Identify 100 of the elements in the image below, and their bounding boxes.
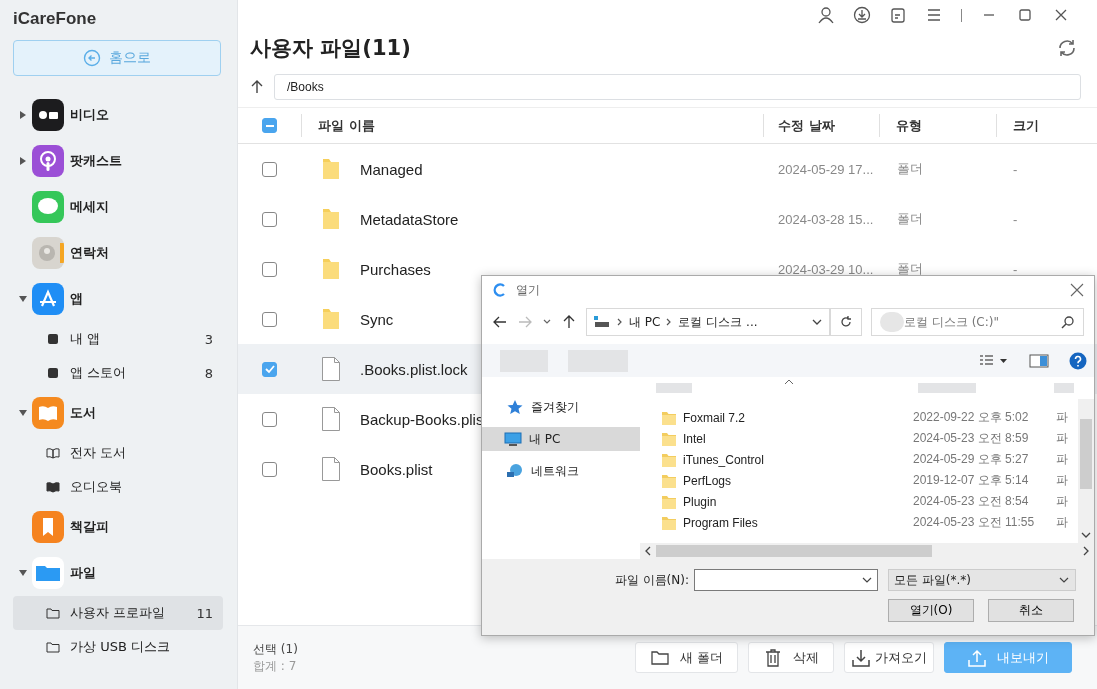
sidebar-subitem[interactable]: 사용자 프로파일 11: [13, 596, 223, 630]
expand-triangle-icon[interactable]: [19, 157, 27, 165]
refresh-icon: [839, 315, 853, 329]
sidebar-item[interactable]: 책갈피: [0, 504, 223, 550]
sidebar-item[interactable]: 앱: [0, 276, 223, 322]
blurred-column-header: [918, 383, 976, 393]
path-field[interactable]: /Books: [274, 74, 1081, 100]
breadcrumb-item[interactable]: 로컬 디스크 ...: [678, 313, 758, 331]
sidebar-item[interactable]: 비디오: [0, 92, 223, 138]
sidebar-item[interactable]: 팟캐스트: [0, 138, 223, 184]
scroll-down-icon[interactable]: [1081, 531, 1091, 539]
blurred-column-header: [1054, 383, 1074, 393]
file-type: 폴더: [896, 260, 924, 278]
file-type: 폴더: [896, 210, 924, 228]
sidebar-item[interactable]: 도서: [0, 390, 223, 436]
row-checkbox[interactable]: [262, 311, 277, 327]
expand-triangle-icon[interactable]: [19, 295, 27, 303]
refresh-icon[interactable]: [1056, 37, 1078, 59]
sidebar-subitem[interactable]: 내 앱 3: [0, 322, 223, 356]
cancel-button[interactable]: 취소: [988, 599, 1074, 622]
folder-icon: [321, 156, 341, 182]
file-size: -: [1012, 261, 1019, 277]
refresh-button[interactable]: [830, 308, 862, 336]
delete-button[interactable]: 삭제: [748, 642, 834, 673]
scroll-right-icon[interactable]: [1082, 546, 1090, 556]
delete-icon: [763, 647, 783, 668]
menu-icon[interactable]: [925, 6, 943, 24]
search-icon: [1061, 315, 1075, 329]
expand-triangle-icon[interactable]: [19, 569, 27, 577]
folder-icon: [661, 514, 677, 531]
file-type: 파: [1055, 514, 1068, 531]
help-icon[interactable]: [1069, 351, 1087, 370]
row-checkbox[interactable]: [262, 461, 277, 477]
file-icon: [321, 456, 341, 482]
expand-triangle-icon[interactable]: [19, 409, 27, 417]
row-checkbox[interactable]: [262, 261, 277, 277]
address-bar[interactable]: 내 PC 로컬 디스크 ...: [586, 308, 830, 336]
blurred-column-header: [656, 383, 692, 393]
file-name: Backup-Books.plis: [360, 410, 484, 428]
folder-name: Plugin: [683, 494, 717, 509]
user-icon[interactable]: [817, 6, 835, 24]
nav-item[interactable]: 즐겨찾기: [482, 395, 640, 419]
row-checkbox[interactable]: [262, 161, 277, 177]
column-header[interactable]: 크기: [996, 114, 1091, 137]
folder-icon: [661, 451, 677, 468]
back-circle-icon: [83, 49, 101, 67]
sidebar-label: 파일: [70, 564, 96, 582]
column-header[interactable]: 파일 이름: [301, 114, 763, 137]
column-header[interactable]: 유형: [879, 114, 996, 137]
sidebar-subitem[interactable]: 전자 도서: [0, 436, 223, 470]
modified-date: 2024-05-23 오전 8:54: [912, 493, 1030, 510]
new-folder-button[interactable]: 새 폴더: [634, 642, 738, 673]
sidebar-label: 메세지: [70, 198, 109, 216]
modified-date: 2024-05-23 오전 8:59: [912, 430, 1030, 447]
nav-item[interactable]: 내 PC: [482, 427, 640, 451]
note-icon[interactable]: [889, 6, 907, 24]
row-checkbox[interactable]: [262, 411, 277, 427]
scrollbar-thumb[interactable]: [1080, 419, 1092, 489]
scroll-left-icon[interactable]: [644, 546, 652, 556]
modified-date: 2024-05-29 17...: [777, 161, 875, 177]
modified-date: 2024-05-23 오전 11:55: [912, 514, 1036, 531]
preview-pane-icon[interactable]: [1029, 352, 1049, 369]
folder-name: PerfLogs: [683, 473, 732, 488]
row-checkbox[interactable]: [262, 361, 277, 377]
back-arrow-icon[interactable]: [492, 314, 508, 330]
close-icon[interactable]: [1070, 283, 1084, 297]
file-type: 파: [1055, 493, 1068, 510]
app-title: iCareFone: [12, 8, 98, 30]
file-type: 파: [1055, 451, 1068, 468]
up-arrow-icon[interactable]: [250, 80, 264, 94]
modified-date: 2019-12-07 오후 5:14: [912, 472, 1030, 489]
sidebar-label: 팟캐스트: [70, 152, 122, 170]
sidebar-item[interactable]: 연락처: [0, 230, 223, 276]
maximize-icon[interactable]: [1016, 6, 1034, 24]
filename-field[interactable]: [694, 569, 878, 591]
up-arrow-icon[interactable]: [561, 314, 577, 330]
sidebar-subitem[interactable]: 가상 USB 디스크: [0, 630, 223, 664]
select-all-checkbox[interactable]: [262, 118, 277, 133]
sidebar-item[interactable]: 파일: [0, 550, 223, 596]
app-icon: [32, 99, 64, 131]
search-field[interactable]: 로컬 디스크 (C:)": [871, 308, 1084, 336]
sidebar-subitem[interactable]: 오디오북: [0, 470, 223, 504]
file-type: 폴더: [896, 160, 924, 178]
column-header[interactable]: 수정 날짜: [763, 114, 879, 137]
file-name: .Books.plist.lock: [360, 360, 468, 378]
chevron-right-icon: [617, 318, 623, 326]
row-checkbox[interactable]: [262, 211, 277, 227]
open-button[interactable]: 열기(O): [888, 599, 974, 622]
nav-item[interactable]: 네트워크: [482, 459, 640, 483]
sidebar-subitem[interactable]: 앱 스토어 8: [0, 356, 223, 390]
sidebar-item[interactable]: 메세지: [0, 184, 223, 230]
file-type-dropdown[interactable]: 모든 파일(*.*): [888, 569, 1076, 591]
selection-count: 선택 (1): [253, 640, 298, 658]
import-button[interactable]: 가져오기: [844, 642, 934, 673]
download-icon[interactable]: [853, 6, 871, 24]
modified-date: 2022-09-22 오후 5:02: [912, 409, 1030, 426]
breadcrumb-item[interactable]: 내 PC: [629, 313, 661, 331]
expand-triangle-icon[interactable]: [19, 111, 27, 119]
folder-icon: [661, 472, 677, 489]
scrollbar-thumb[interactable]: [656, 545, 932, 557]
